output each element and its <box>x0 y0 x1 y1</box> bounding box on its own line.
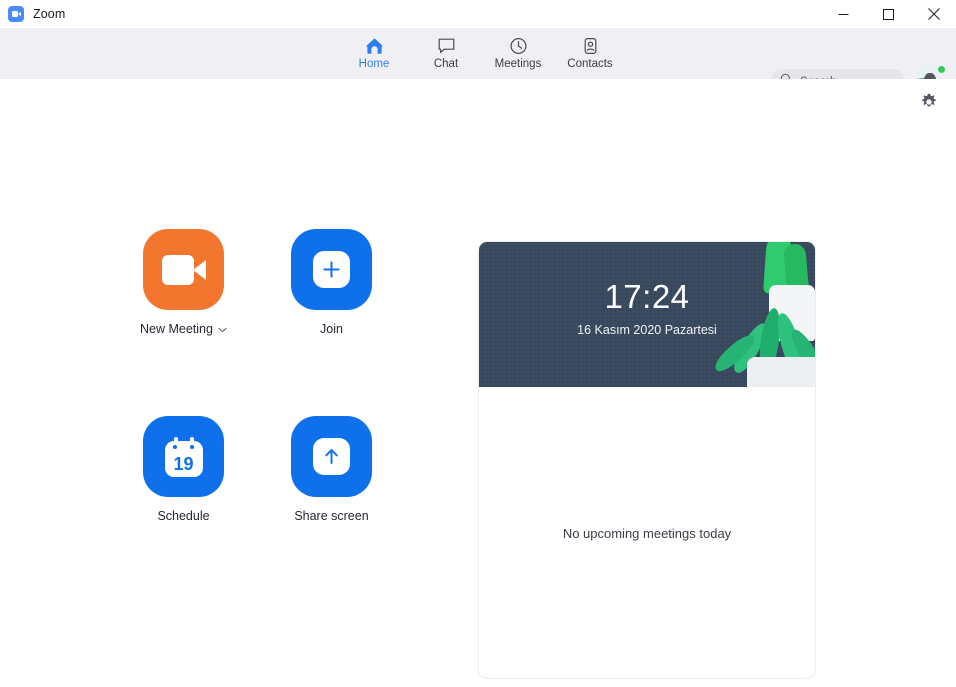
join-label-wrap: Join <box>320 322 343 336</box>
minimize-button[interactable] <box>821 0 866 28</box>
video-camera-icon <box>161 254 206 285</box>
calendar-day-number: 19 <box>173 453 194 474</box>
tab-contacts[interactable]: Contacts <box>554 28 626 79</box>
join-button[interactable]: Join <box>282 229 381 336</box>
clock-banner: 17:24 16 Kasım 2020 Pazartesi <box>479 242 815 387</box>
calendar-icon: 19 <box>164 436 203 477</box>
schedule-label: Schedule <box>157 509 210 523</box>
chevron-down-icon[interactable] <box>218 322 227 336</box>
maximize-button[interactable] <box>866 0 911 28</box>
status-badge <box>936 64 947 75</box>
clock-icon <box>509 36 528 56</box>
tab-meetings[interactable]: Meetings <box>482 28 554 79</box>
tab-contacts-label: Contacts <box>567 58 613 71</box>
no-meetings-message: No upcoming meetings today <box>479 387 815 678</box>
clock-display: 17:24 16 Kasım 2020 Pazartesi <box>479 280 815 337</box>
home-icon <box>365 36 384 56</box>
chat-bubble-icon <box>437 36 456 56</box>
current-date: 16 Kasım 2020 Pazartesi <box>577 323 717 337</box>
tab-home[interactable]: Home <box>338 28 410 79</box>
zoom-camera-icon <box>8 6 24 22</box>
title-bar: Zoom <box>0 0 956 28</box>
schedule-label-wrap: Schedule <box>157 509 209 523</box>
app-header: Home Chat Meetings Contacts Search <box>0 28 956 96</box>
join-label: Join <box>320 322 343 336</box>
close-button[interactable] <box>911 0 956 28</box>
share-screen-label: Share screen <box>294 509 369 523</box>
new-meeting-label-wrap: New Meeting <box>140 322 227 336</box>
contact-person-icon <box>581 36 600 56</box>
share-screen-label-wrap: Share screen <box>294 509 368 523</box>
share-screen-button[interactable]: Share screen <box>282 416 381 523</box>
quick-actions-row-2: 19 Schedule Share screen <box>134 416 434 523</box>
home-content: New Meeting Join 19 Schedule Share scree… <box>0 79 956 687</box>
quick-actions-row-1: New Meeting Join <box>134 229 434 336</box>
new-meeting-label: New Meeting <box>140 322 213 336</box>
current-time: 17:24 <box>604 278 690 315</box>
no-meetings-text: No upcoming meetings today <box>562 526 732 541</box>
settings-button[interactable] <box>916 91 942 117</box>
new-meeting-tile[interactable] <box>143 229 224 310</box>
share-screen-tile[interactable] <box>291 416 372 497</box>
app-title: Zoom <box>33 7 66 21</box>
schedule-button[interactable]: 19 Schedule <box>134 416 233 523</box>
arrow-up-icon <box>313 438 350 475</box>
gear-icon <box>920 93 938 116</box>
schedule-tile[interactable]: 19 <box>143 416 224 497</box>
quick-actions: New Meeting Join 19 Schedule Share scree… <box>134 229 434 523</box>
tab-home-label: Home <box>358 58 390 71</box>
new-meeting-button[interactable]: New Meeting <box>134 229 233 336</box>
upcoming-meetings-card: 17:24 16 Kasım 2020 Pazartesi No upcomin… <box>478 241 816 679</box>
plus-icon <box>313 251 350 288</box>
tab-chat[interactable]: Chat <box>410 28 482 79</box>
window-controls <box>821 0 956 28</box>
main-navigation: Home Chat Meetings Contacts <box>338 28 626 79</box>
join-tile[interactable] <box>291 229 372 310</box>
tab-chat-label: Chat <box>433 58 459 71</box>
tab-meetings-label: Meetings <box>494 58 542 71</box>
